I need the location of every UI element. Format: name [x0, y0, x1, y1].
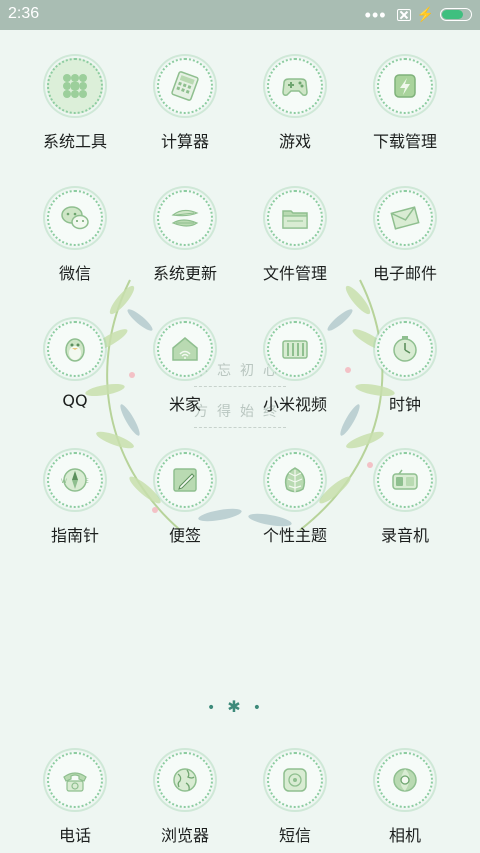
page-dot[interactable]: • — [253, 700, 273, 716]
app-label: 微信 — [58, 264, 91, 283]
app-label: 便签 — [168, 526, 201, 545]
app-label: 相机 — [388, 826, 421, 845]
app-label: 系统更新 — [152, 264, 217, 283]
notification-dots-icon: ••• — [364, 4, 387, 25]
app-clock[interactable]: 时钟 — [350, 321, 460, 415]
status-icons: ••• ⚡ — [364, 4, 472, 25]
page-dot[interactable]: • — [207, 700, 227, 716]
app-label: 浏览器 — [160, 826, 209, 845]
message-icon — [267, 752, 323, 808]
svg-text:W: W — [61, 478, 67, 485]
envelope-icon — [377, 190, 433, 246]
telephone-icon — [47, 752, 103, 808]
app-themes[interactable]: 个性主题 — [240, 452, 350, 546]
app-compass[interactable]: WE 指南针 — [20, 452, 130, 546]
app-qq[interactable]: QQ — [20, 321, 130, 410]
app-label: 游戏 — [278, 132, 311, 151]
app-label: QQ — [62, 391, 88, 410]
dock-phone[interactable]: 电话 — [20, 752, 130, 846]
status-time: 2:36 — [8, 5, 40, 22]
dock-browser[interactable]: 浏览器 — [130, 752, 240, 846]
compass-icon: WE — [47, 452, 103, 508]
theme-leaf-icon — [267, 452, 323, 508]
camera-icon — [377, 752, 433, 808]
calculator-icon — [157, 58, 213, 114]
app-calculator[interactable]: 计算器 — [130, 58, 240, 152]
status-bar: 2:36 ••• ⚡ — [0, 0, 480, 30]
app-email[interactable]: 电子邮件 — [350, 190, 460, 284]
app-label: 文件管理 — [262, 264, 327, 283]
system-update-icon — [157, 190, 213, 246]
app-file-manager[interactable]: 文件管理 — [240, 190, 350, 284]
gamepad-icon — [267, 58, 323, 114]
folder-icon — [267, 190, 323, 246]
globe-icon — [157, 752, 213, 808]
app-label: 下载管理 — [372, 132, 437, 151]
svg-text:E: E — [85, 478, 89, 485]
dock-messages[interactable]: 短信 — [240, 752, 350, 846]
battery-icon — [440, 8, 472, 21]
wechat-icon — [47, 190, 103, 246]
app-system-update[interactable]: 系统更新 — [130, 190, 240, 284]
page-dot-current[interactable]: ✱ — [227, 697, 252, 716]
clock-icon — [377, 321, 433, 377]
app-wechat[interactable]: 微信 — [20, 190, 130, 284]
no-sim-icon — [396, 8, 411, 21]
page-indicator[interactable]: •✱• — [0, 697, 480, 716]
app-label: 计算器 — [160, 132, 209, 151]
app-system-tools[interactable]: 系统工具 — [20, 58, 130, 152]
app-label: 个性主题 — [262, 526, 327, 545]
video-icon — [267, 321, 323, 377]
app-label: 指南针 — [50, 526, 99, 545]
dock-camera[interactable]: 相机 — [350, 752, 460, 846]
penguin-icon — [47, 321, 103, 377]
battery-fill — [442, 10, 463, 19]
download-manager-icon — [377, 58, 433, 114]
folder-tools-icon — [47, 58, 103, 114]
app-label: 系统工具 — [42, 132, 107, 151]
app-games[interactable]: 游戏 — [240, 58, 350, 152]
app-label: 录音机 — [380, 526, 429, 545]
notes-icon — [157, 452, 213, 508]
home-icon — [157, 321, 213, 377]
app-label: 小米视频 — [262, 395, 327, 414]
app-mijia[interactable]: 米家 — [130, 321, 240, 415]
app-label: 米家 — [168, 395, 201, 414]
app-label: 时钟 — [388, 395, 421, 414]
recorder-icon — [377, 452, 433, 508]
app-notes[interactable]: 便签 — [130, 452, 240, 546]
app-label: 短信 — [278, 826, 311, 845]
app-label: 电话 — [58, 826, 91, 845]
charging-icon: ⚡ — [416, 6, 434, 22]
app-label: 电子邮件 — [372, 264, 437, 283]
app-recorder[interactable]: 录音机 — [350, 452, 460, 546]
app-download-manager[interactable]: 下载管理 — [350, 58, 460, 152]
app-mi-video[interactable]: 小米视频 — [240, 321, 350, 415]
